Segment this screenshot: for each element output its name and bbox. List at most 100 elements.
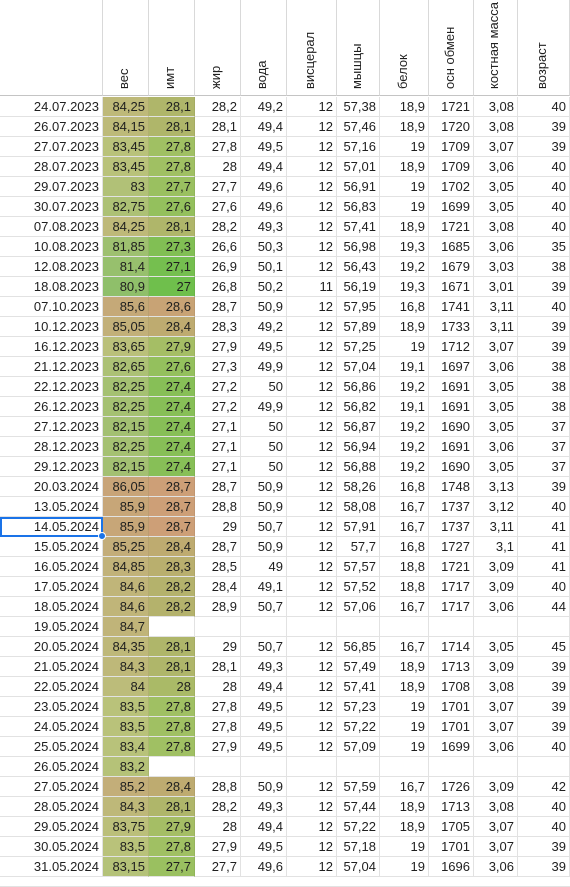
cell-fat[interactable]: 28,1	[195, 657, 241, 677]
cell-fat[interactable]: 27,2	[195, 377, 241, 397]
column-header-fat[interactable]: жир	[195, 0, 241, 96]
cell-protein[interactable]: 19	[380, 697, 429, 717]
cell-fat[interactable]: 29	[195, 637, 241, 657]
cell-bone-mass[interactable]: 3,12	[474, 497, 518, 517]
cell-date[interactable]: 29.05.2024	[0, 817, 103, 837]
cell-bmi[interactable]: 27,4	[149, 377, 195, 397]
cell-protein[interactable]: 19,2	[380, 457, 429, 477]
cell-bmr[interactable]: 1709	[429, 157, 474, 177]
cell-bone-mass[interactable]: 3,05	[474, 457, 518, 477]
cell-weight[interactable]: 84,3	[103, 657, 149, 677]
cell-bone-mass[interactable]: 3,09	[474, 777, 518, 797]
cell-bmi[interactable]: 27,9	[149, 337, 195, 357]
cell-visceral[interactable]: 12	[287, 557, 337, 577]
cell-water[interactable]: 49,5	[241, 717, 287, 737]
cell-weight[interactable]: 83,15	[103, 857, 149, 877]
cell-date[interactable]: 25.05.2024	[0, 737, 103, 757]
cell-fat[interactable]: 27,8	[195, 697, 241, 717]
cell-bmi[interactable]	[149, 757, 195, 777]
cell-bone-mass[interactable]: 3,07	[474, 697, 518, 717]
cell-bmr[interactable]: 1721	[429, 557, 474, 577]
cell-fat[interactable]: 28	[195, 677, 241, 697]
cell-visceral[interactable]: 12	[287, 497, 337, 517]
cell-weight[interactable]: 84,6	[103, 577, 149, 597]
cell-water[interactable]: 50	[241, 417, 287, 437]
cell-muscle[interactable]	[337, 757, 380, 777]
cell-bone-mass[interactable]: 3,05	[474, 377, 518, 397]
cell-fat[interactable]: 28,3	[195, 317, 241, 337]
cell-weight[interactable]: 84,3	[103, 797, 149, 817]
cell-date[interactable]: 22.12.2023	[0, 377, 103, 397]
cell-muscle[interactable]: 57,49	[337, 657, 380, 677]
cell-bmi[interactable]: 27,3	[149, 237, 195, 257]
cell-protein[interactable]: 16,7	[380, 497, 429, 517]
cell-bone-mass[interactable]: 3,05	[474, 417, 518, 437]
cell-age[interactable]: 39	[518, 837, 570, 857]
cell-visceral[interactable]: 12	[287, 237, 337, 257]
cell-protein[interactable]: 18,9	[380, 157, 429, 177]
cell-bmr[interactable]: 1671	[429, 277, 474, 297]
cell-age[interactable]: 35	[518, 237, 570, 257]
cell-age[interactable]: 41	[518, 537, 570, 557]
cell-fat[interactable]: 27,3	[195, 357, 241, 377]
cell-age[interactable]: 39	[518, 697, 570, 717]
cell-bmi[interactable]: 27,8	[149, 697, 195, 717]
cell-fat[interactable]: 28,7	[195, 537, 241, 557]
cell-protein[interactable]: 16,8	[380, 297, 429, 317]
cell-date[interactable]: 14.05.2024	[0, 517, 103, 537]
cell-bmr[interactable]: 1726	[429, 777, 474, 797]
cell-date[interactable]: 21.05.2024	[0, 657, 103, 677]
cell-age[interactable]: 38	[518, 257, 570, 277]
cell-bone-mass[interactable]: 3,07	[474, 837, 518, 857]
cell-water[interactable]: 50	[241, 377, 287, 397]
cell-bone-mass[interactable]: 3,07	[474, 137, 518, 157]
cell-weight[interactable]: 82,15	[103, 457, 149, 477]
cell-visceral[interactable]: 12	[287, 717, 337, 737]
cell-muscle[interactable]: 56,85	[337, 637, 380, 657]
cell-age[interactable]: 39	[518, 857, 570, 877]
cell-protein[interactable]: 18,9	[380, 797, 429, 817]
cell-weight[interactable]: 84,25	[103, 217, 149, 237]
cell-age[interactable]: 39	[518, 277, 570, 297]
cell-date[interactable]: 31.05.2024	[0, 857, 103, 877]
cell-bmi[interactable]: 27,4	[149, 457, 195, 477]
cell-bmr[interactable]: 1737	[429, 497, 474, 517]
cell-visceral[interactable]: 12	[287, 317, 337, 337]
cell-protein[interactable]: 19,1	[380, 397, 429, 417]
cell-date[interactable]: 24.05.2024	[0, 717, 103, 737]
cell-water[interactable]: 49,9	[241, 357, 287, 377]
cell-bmr[interactable]: 1705	[429, 817, 474, 837]
cell-bmi[interactable]: 27,7	[149, 857, 195, 877]
cell-fat[interactable]: 29	[195, 517, 241, 537]
cell-muscle[interactable]: 56,87	[337, 417, 380, 437]
cell-fat[interactable]: 27,6	[195, 197, 241, 217]
cell-bone-mass[interactable]: 3,05	[474, 177, 518, 197]
cell-muscle[interactable]: 56,83	[337, 197, 380, 217]
cell-weight[interactable]: 84,6	[103, 597, 149, 617]
cell-water[interactable]: 50,7	[241, 637, 287, 657]
cell-weight[interactable]: 84,35	[103, 637, 149, 657]
column-header-protein[interactable]: белок	[380, 0, 429, 96]
cell-muscle[interactable]: 57,59	[337, 777, 380, 797]
cell-date[interactable]: 24.07.2023	[0, 97, 103, 117]
cell-muscle[interactable]: 56,19	[337, 277, 380, 297]
cell-water[interactable]: 49,5	[241, 137, 287, 157]
cell-protein[interactable]: 19	[380, 137, 429, 157]
cell-weight[interactable]: 85,9	[103, 517, 149, 537]
cell-fat[interactable]: 27,7	[195, 857, 241, 877]
fill-handle[interactable]	[98, 532, 106, 540]
cell-bmi[interactable]: 27,8	[149, 737, 195, 757]
cell-muscle[interactable]: 57,04	[337, 857, 380, 877]
cell-fat[interactable]: 27,1	[195, 457, 241, 477]
cell-bone-mass[interactable]: 3,03	[474, 257, 518, 277]
cell-date[interactable]: 30.05.2024	[0, 837, 103, 857]
cell-bone-mass[interactable]: 3,09	[474, 657, 518, 677]
cell-muscle[interactable]: 57,09	[337, 737, 380, 757]
cell-bone-mass[interactable]: 3,08	[474, 677, 518, 697]
cell-weight[interactable]: 84,85	[103, 557, 149, 577]
cell-visceral[interactable]: 12	[287, 377, 337, 397]
cell-bmr[interactable]	[429, 757, 474, 777]
cell-muscle[interactable]: 57,7	[337, 537, 380, 557]
cell-water[interactable]: 50,1	[241, 257, 287, 277]
cell-bmr[interactable]: 1713	[429, 657, 474, 677]
